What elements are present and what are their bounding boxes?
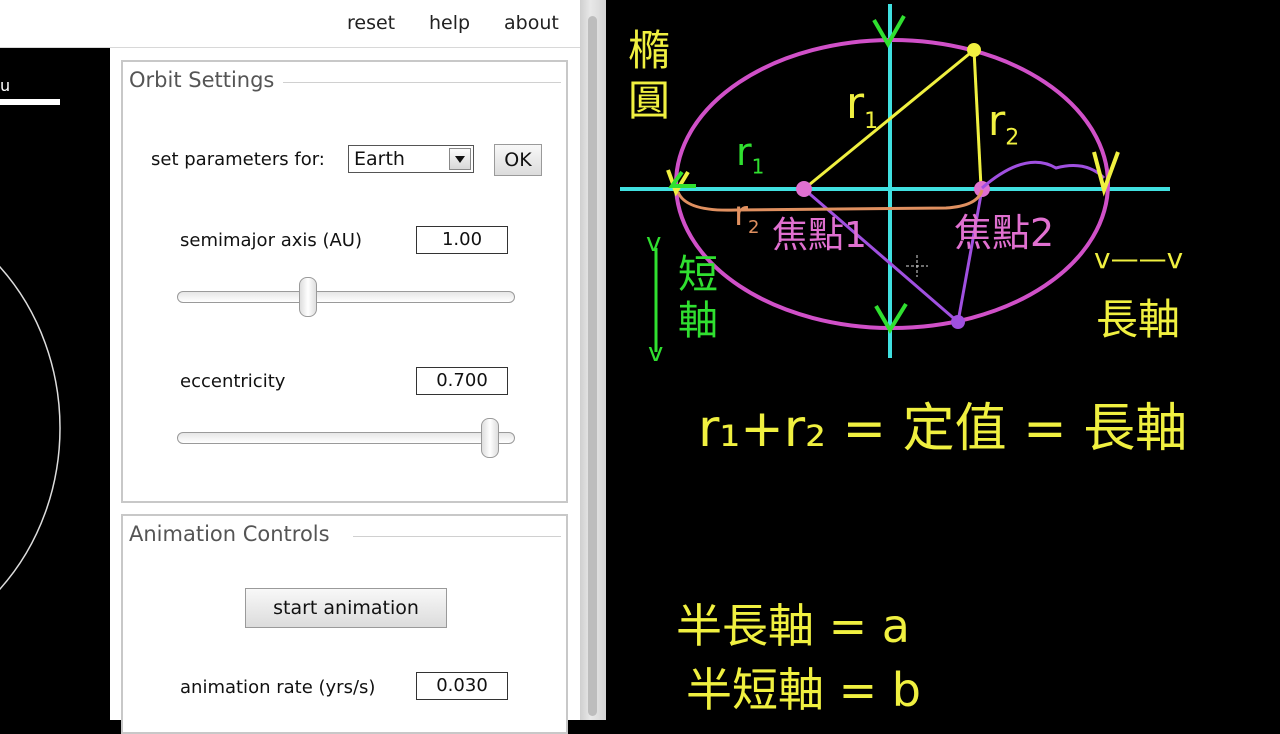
semi-major-text: 半長軸 = a (676, 599, 910, 653)
set-parameters-label: set parameters for: (151, 149, 325, 170)
vertical-scrollbar[interactable] (580, 0, 606, 720)
orbit-settings-title: Orbit Settings (129, 68, 283, 92)
eccentricity-input[interactable]: 0.700 (416, 367, 508, 395)
planet-select-value: Earth (354, 148, 405, 170)
point-on-ellipse (967, 43, 981, 57)
animation-rate-input[interactable]: 0.030 (416, 672, 508, 700)
purple-arc (981, 160, 1106, 190)
equation-text: r₁+r₂ = 定值 = 長軸 (698, 399, 1188, 459)
about-link[interactable]: about (504, 12, 559, 34)
focus2-label: 焦點2 (954, 211, 1055, 255)
orbit-settings-group: Orbit Settings set parameters for: Earth… (121, 60, 568, 503)
r2-short-label: r2 (734, 194, 760, 238)
top-menu-bar: reset help about (0, 0, 580, 48)
major-axis-label: 長軸 (1096, 295, 1181, 344)
semi-minor-text: 半短軸 = b (686, 663, 921, 717)
focus1-label: 焦點1 (772, 215, 867, 256)
eccentricity-label: eccentricity (180, 371, 286, 392)
minor-axis-v-top: v (646, 228, 662, 258)
reset-link[interactable]: reset (347, 12, 395, 34)
chevron-down-icon[interactable] (449, 148, 471, 170)
animation-controls-group: Animation Controls start animation anima… (121, 514, 568, 734)
eccentricity-slider[interactable] (177, 417, 515, 461)
major-axis-mark: v——v (1094, 242, 1184, 275)
animation-controls-title: Animation Controls (129, 522, 338, 546)
lower-point (951, 315, 965, 329)
semimajor-axis-slider[interactable] (177, 276, 515, 320)
minor-axis-v-bottom: v (648, 338, 664, 368)
r2-label: r2 (988, 96, 1020, 151)
ellipse-label: 橢圓 (628, 26, 671, 125)
r1-short-label: r1 (736, 130, 765, 179)
semimajor-axis-input[interactable]: 1.00 (416, 226, 508, 254)
help-link[interactable]: help (429, 12, 470, 34)
orbit-path (0, 266, 61, 590)
minor-axis-label: 短軸 (678, 252, 718, 344)
planet-select[interactable]: Earth (348, 145, 474, 173)
semimajor-axis-label: semimajor axis (AU) (180, 230, 363, 251)
cursor-crosshair-icon (906, 255, 928, 277)
focus1-dot (796, 181, 812, 197)
animation-rate-label: animation rate (yrs/s) (180, 677, 376, 698)
blackboard: 橢圓 r1 r2 r1 r2 焦點1 焦點2 v 短軸 v v——v 長軸 r₁… (606, 0, 1280, 720)
orbit-simulation-canvas[interactable]: u (0, 58, 108, 720)
r2-line (972, 49, 983, 188)
ok-button[interactable]: OK (494, 144, 542, 176)
r1-label: r1 (846, 78, 879, 134)
start-animation-button[interactable]: start animation (245, 588, 447, 628)
controls-panel: Orbit Settings set parameters for: Earth… (110, 48, 580, 734)
